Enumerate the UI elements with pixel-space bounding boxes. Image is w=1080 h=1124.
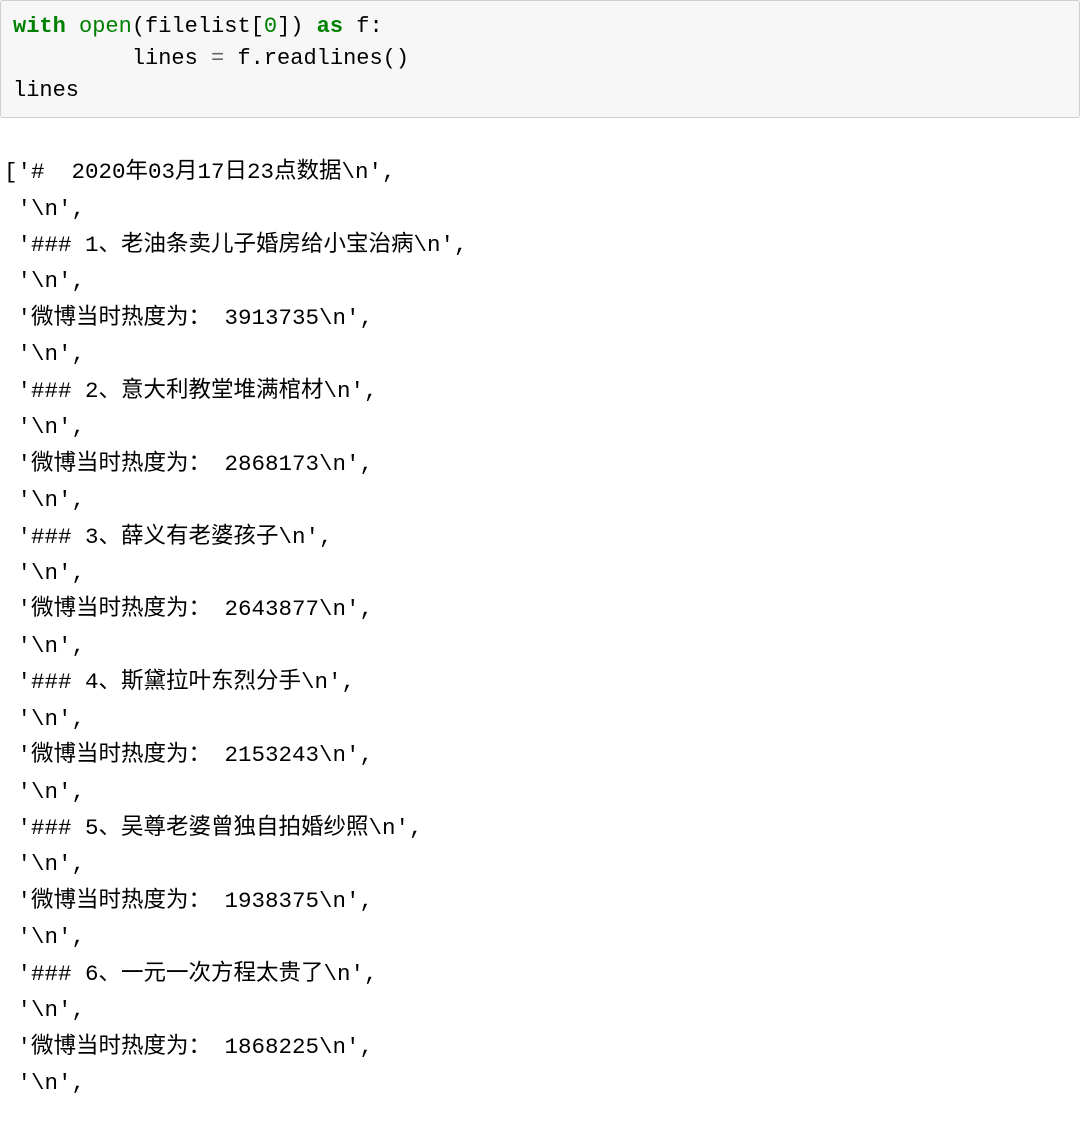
code-text: (filelist[ bbox=[132, 14, 264, 39]
output-cell: ['# 2020年03月17日23点数据\n', '\n', '### 1、老油… bbox=[0, 140, 1080, 1101]
code-text: lines bbox=[13, 78, 79, 103]
operator-equals: = bbox=[211, 46, 224, 71]
code-text: ]) bbox=[277, 14, 317, 39]
number-literal: 0 bbox=[264, 14, 277, 39]
code-text: f: bbox=[343, 14, 383, 39]
code-input-cell: with open(filelist[0]) as f: lines = f.r… bbox=[0, 0, 1080, 118]
code-text: f.readlines() bbox=[224, 46, 409, 71]
keyword-as: as bbox=[317, 14, 343, 39]
keyword-with: with bbox=[13, 14, 66, 39]
builtin-open: open bbox=[66, 14, 132, 39]
code-text: lines bbox=[13, 46, 211, 71]
